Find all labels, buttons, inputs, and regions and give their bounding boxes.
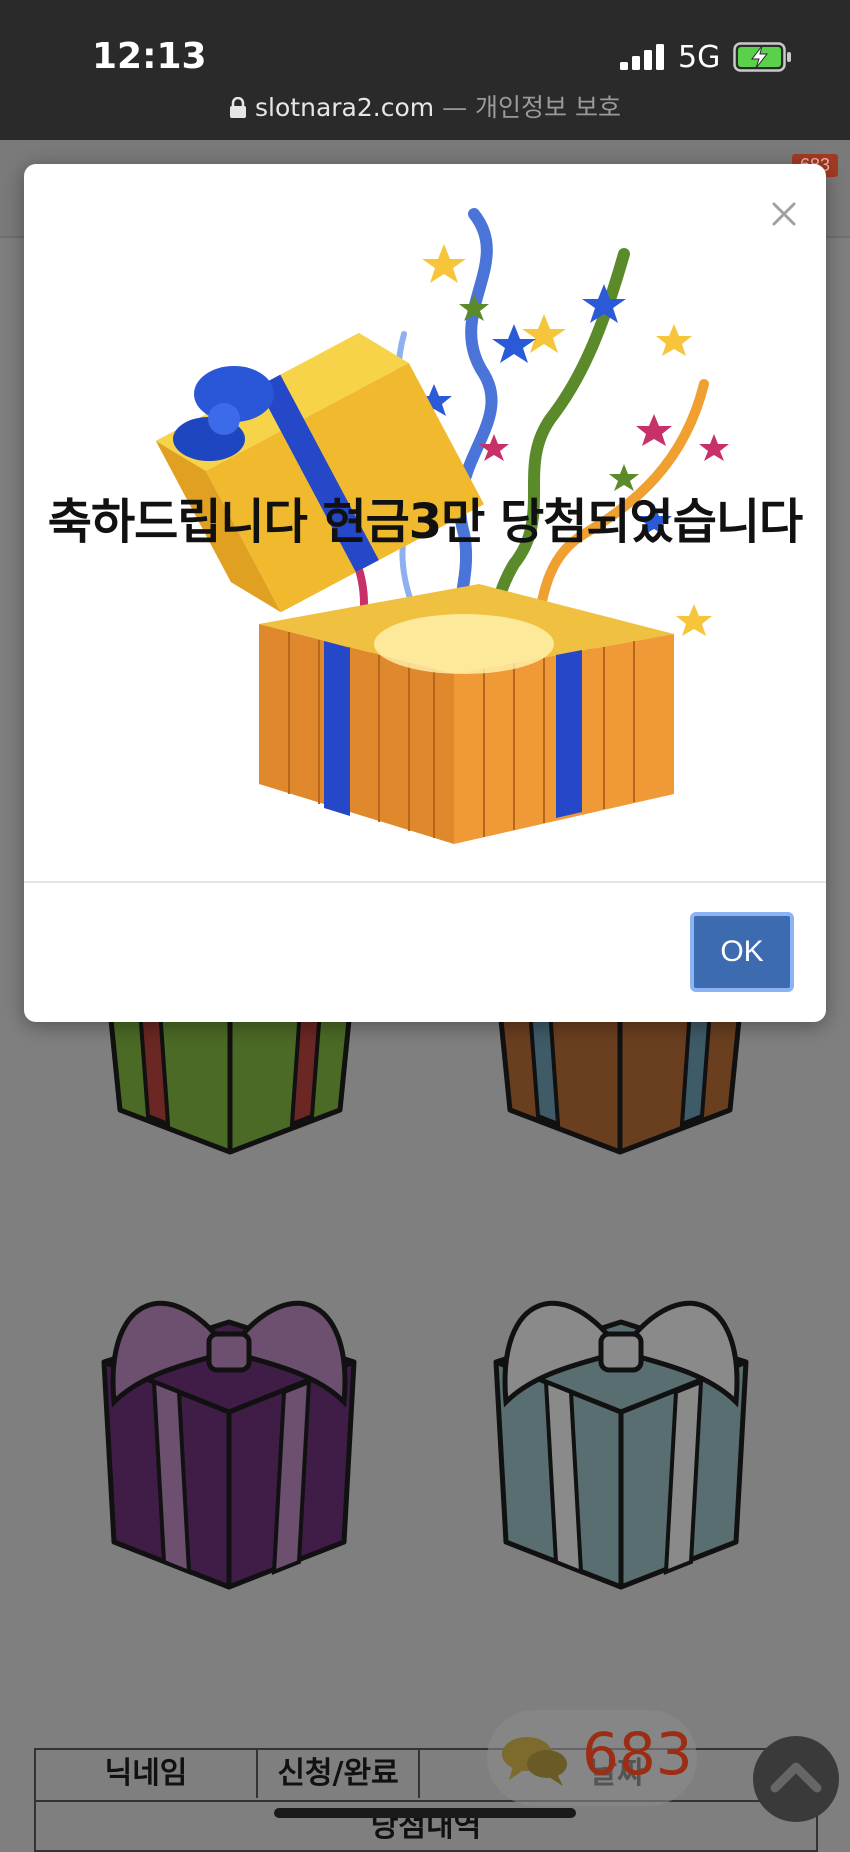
chat-widget[interactable]: 683 xyxy=(487,1710,697,1806)
purple-gift-icon[interactable] xyxy=(84,1282,374,1592)
url-bar[interactable]: slotnara2.com — 개인정보 보호 xyxy=(0,88,850,124)
table-header-status: 신청/완료 xyxy=(258,1750,420,1798)
winners-table: 닉네임 신청/완료 날짜 당첨내역 xyxy=(34,1748,818,1852)
table-header-nickname: 닉네임 xyxy=(36,1750,258,1798)
modal-divider xyxy=(24,881,826,883)
home-indicator xyxy=(274,1808,576,1818)
brown-gift-icon[interactable] xyxy=(490,1000,750,1160)
ok-button[interactable]: OK xyxy=(690,912,794,992)
privacy-label: 개인정보 보호 xyxy=(475,93,621,122)
close-icon[interactable] xyxy=(764,194,804,234)
status-bar: 12:13 5G slotnara2.com — 개인정보 보호 xyxy=(0,0,850,140)
lock-icon xyxy=(230,97,247,118)
scroll-top-button[interactable] xyxy=(753,1736,839,1822)
green-gift-icon[interactable] xyxy=(100,1000,360,1160)
teal-gift-icon[interactable] xyxy=(476,1282,766,1592)
signal-icon xyxy=(620,44,664,70)
battery-charging-icon xyxy=(733,42,791,72)
url-text: slotnara2.com xyxy=(255,93,435,122)
url-separator: — xyxy=(442,93,468,122)
chevron-up-icon xyxy=(770,1762,822,1793)
network-type: 5G xyxy=(678,40,721,75)
chat-count: 683 xyxy=(582,1720,693,1788)
open-gift-box-image xyxy=(155,208,729,844)
status-time: 12:13 xyxy=(92,36,207,77)
modal-title: 축하드립니다 현금3만 당첨되었습니다 xyxy=(47,494,803,550)
prize-modal: 축하드립니다 현금3만 당첨되었습니다 OK xyxy=(24,164,826,1022)
chat-bubbles-icon xyxy=(502,1737,567,1786)
